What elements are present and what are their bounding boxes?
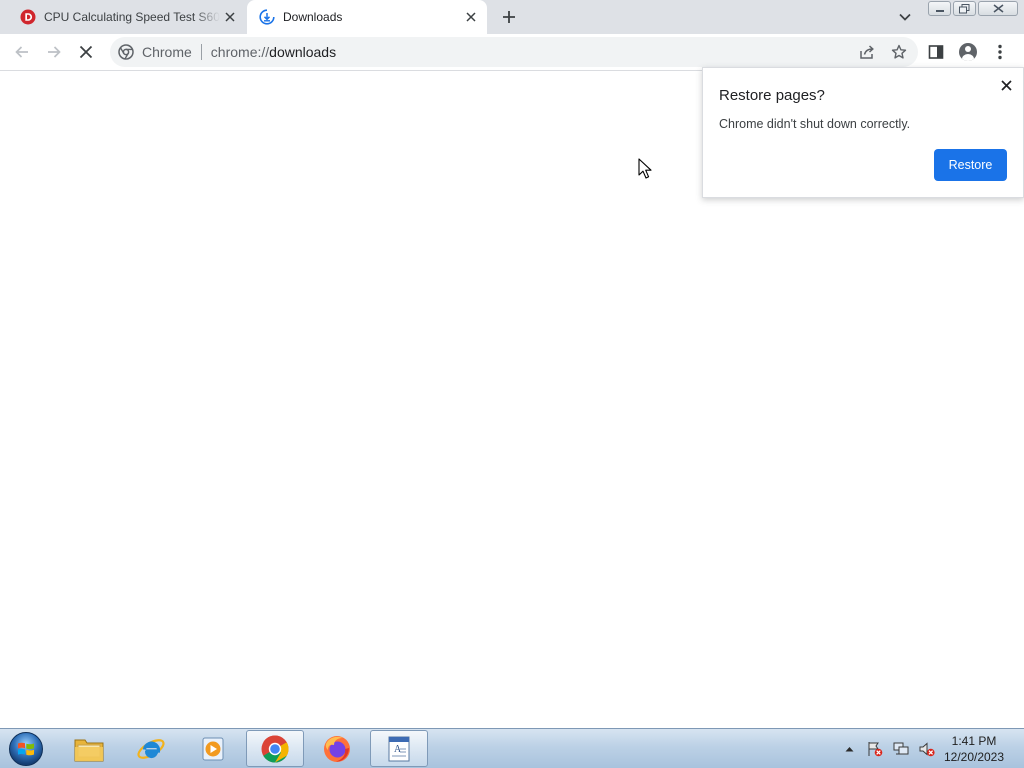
windows-start-icon bbox=[9, 732, 43, 766]
more-vertical-icon bbox=[998, 44, 1002, 60]
taskbar-internet-explorer[interactable] bbox=[122, 730, 180, 767]
tab-title: CPU Calculating Speed Test S60 S bbox=[44, 10, 220, 24]
network-icon[interactable] bbox=[892, 740, 910, 758]
taskbar-chrome[interactable] bbox=[246, 730, 304, 767]
tab-cpu-speed-test[interactable]: CPU Calculating Speed Test S60 S bbox=[8, 0, 246, 34]
arrow-left-icon bbox=[15, 46, 28, 58]
chevron-down-icon bbox=[899, 13, 911, 21]
omnibox-actions bbox=[854, 40, 912, 64]
share-icon bbox=[860, 45, 874, 59]
chrome-icon bbox=[261, 735, 289, 762]
url-scheme: chrome:// bbox=[210, 44, 270, 60]
taskbar-firefox[interactable] bbox=[308, 730, 366, 767]
close-tab-icon[interactable] bbox=[461, 7, 481, 27]
tab-search-button[interactable] bbox=[894, 6, 916, 28]
close-tab-icon[interactable] bbox=[220, 7, 240, 27]
plus-icon bbox=[503, 11, 515, 23]
side-panel-icon bbox=[928, 45, 944, 59]
omnibox[interactable]: Chrome chrome://downloads bbox=[110, 37, 918, 67]
file-explorer-icon bbox=[74, 739, 104, 761]
speaker-muted-icon bbox=[919, 742, 935, 757]
bookmark-button[interactable] bbox=[886, 40, 912, 64]
network-monitor-icon bbox=[893, 742, 909, 755]
dcode-icon bbox=[20, 9, 36, 25]
document-app-icon: A bbox=[388, 736, 410, 761]
forward-button[interactable] bbox=[40, 38, 68, 66]
flag-alert-icon bbox=[868, 742, 883, 757]
internet-explorer-icon bbox=[137, 738, 165, 759]
taskbar-document-app[interactable]: A bbox=[370, 730, 428, 767]
toolbar-actions bbox=[922, 38, 1014, 66]
system-tray bbox=[840, 729, 936, 768]
omnibox-origin-label: Chrome bbox=[142, 44, 192, 60]
url-text: chrome://downloads bbox=[211, 44, 336, 60]
volume-muted-icon[interactable] bbox=[918, 740, 936, 758]
browser-toolbar: Chrome chrome://downloads bbox=[0, 34, 1024, 71]
tab-title: Downloads bbox=[283, 10, 343, 24]
chrome-icon bbox=[118, 44, 134, 60]
clock-time: 1:41 PM bbox=[951, 734, 997, 748]
close-icon bbox=[993, 4, 1003, 13]
taskbar-file-explorer[interactable] bbox=[60, 730, 118, 767]
star-icon bbox=[891, 44, 907, 59]
start-button[interactable] bbox=[6, 730, 46, 768]
new-tab-button[interactable] bbox=[496, 5, 522, 29]
taskbar-media-player[interactable] bbox=[184, 730, 242, 767]
close-window-button[interactable] bbox=[978, 1, 1018, 16]
taskbar: A 1:41 PM 12/20/2023 bbox=[0, 728, 1024, 768]
chrome-menu-button[interactable] bbox=[986, 38, 1014, 66]
window-controls bbox=[928, 1, 1018, 16]
tab-downloads[interactable]: Downloads bbox=[247, 0, 487, 34]
avatar-icon bbox=[959, 43, 977, 61]
restore-down-button[interactable] bbox=[953, 1, 976, 16]
show-hidden-icons-button[interactable] bbox=[840, 740, 858, 758]
chevron-up-icon bbox=[845, 747, 853, 752]
arrow-right-icon bbox=[48, 46, 61, 58]
close-bubble-button[interactable] bbox=[995, 74, 1017, 96]
mouse-cursor-icon bbox=[638, 158, 652, 179]
close-icon bbox=[1000, 79, 1012, 91]
minimize-button[interactable] bbox=[928, 1, 951, 16]
media-player-icon bbox=[202, 737, 224, 760]
restore-pages-bubble: Restore pages? Chrome didn't shut down c… bbox=[702, 67, 1024, 198]
url-path: downloads bbox=[269, 44, 337, 60]
side-panel-button[interactable] bbox=[922, 38, 950, 66]
minimize-icon bbox=[935, 9, 944, 12]
bubble-title: Restore pages? bbox=[719, 87, 825, 104]
taskbar-clock[interactable]: 1:41 PM 12/20/2023 bbox=[940, 733, 1008, 765]
firefox-icon bbox=[324, 735, 350, 762]
share-button[interactable] bbox=[854, 40, 880, 64]
action-center-icon[interactable] bbox=[866, 740, 884, 758]
stop-icon bbox=[79, 45, 93, 59]
clock-date: 12/20/2023 bbox=[943, 750, 1005, 764]
profile-button[interactable] bbox=[954, 38, 982, 66]
stop-loading-button[interactable] bbox=[72, 38, 100, 66]
chrome-downloads-icon bbox=[259, 9, 275, 25]
bubble-message: Chrome didn't shut down correctly. bbox=[719, 117, 911, 131]
omnibox-separator bbox=[200, 44, 202, 60]
back-button[interactable] bbox=[8, 38, 36, 66]
restore-button[interactable]: Restore bbox=[934, 149, 1007, 181]
restore-down-icon bbox=[959, 3, 970, 13]
tab-strip: CPU Calculating Speed Test S60 S Downloa… bbox=[0, 0, 1024, 34]
